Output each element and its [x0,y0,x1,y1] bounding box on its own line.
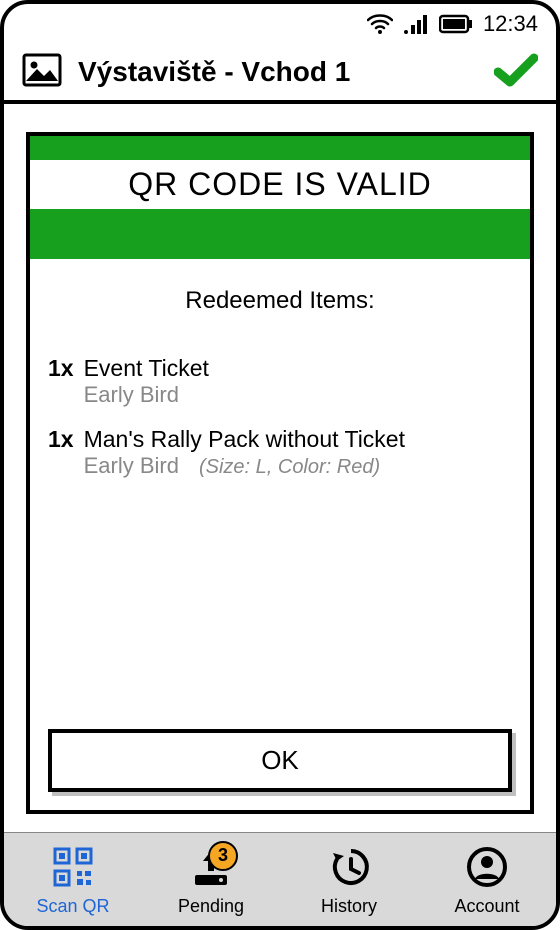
nav-label: Scan QR [36,896,109,917]
nav-pending[interactable]: 3 Pending [156,845,266,917]
item-name: Event Ticket [84,355,512,382]
result-card: QR CODE IS VALID Redeemed Items: 1x Even… [26,132,534,814]
item-name: Man's Rally Pack without Ticket [84,426,512,453]
pending-badge: 3 [208,841,238,871]
account-icon [465,845,509,894]
banner-title-row: QR CODE IS VALID [30,160,530,209]
item-qty: 1x [48,355,74,408]
redeemed-items: 1x Event Ticket Early Bird 1x Man's Rall… [30,355,530,497]
item-subtitle: Early Bird [84,453,179,479]
status-bar: 12:34 [4,4,556,44]
item-subtitle: Early Bird [84,382,179,408]
nav-account[interactable]: Account [432,845,542,917]
bottom-nav: Scan QR 3 Pending History [4,832,556,926]
signal-icon [403,13,429,35]
list-item: 1x Event Ticket Early Bird [48,355,512,408]
page-title: Výstaviště - Vchod 1 [78,56,478,88]
nav-label: History [321,896,377,917]
check-icon [494,52,538,93]
header: Výstaviště - Vchod 1 [4,44,556,104]
wifi-icon [367,13,393,35]
nav-scan-qr[interactable]: Scan QR [18,845,128,917]
nav-label: Pending [178,896,244,917]
battery-icon [439,14,473,34]
banner-stripe-bottom [30,209,530,259]
image-icon [22,53,62,92]
device-frame: 12:34 Výstaviště - Vchod 1 QR CODE IS VA… [0,0,560,930]
item-qty: 1x [48,426,74,479]
redeemed-label: Redeemed Items: [30,287,530,315]
history-icon [327,845,371,894]
content: QR CODE IS VALID Redeemed Items: 1x Even… [4,104,556,832]
qr-icon [51,845,95,894]
status-time: 12:34 [483,11,538,37]
list-item: 1x Man's Rally Pack without Ticket Early… [48,426,512,479]
nav-history[interactable]: History [294,845,404,917]
banner-stripe-top [30,136,530,160]
ok-wrap: OK [30,711,530,810]
ok-button[interactable]: OK [48,729,512,792]
item-detail: (Size: L, Color: Red) [199,456,380,479]
banner-title: QR CODE IS VALID [128,166,431,202]
nav-label: Account [454,896,519,917]
